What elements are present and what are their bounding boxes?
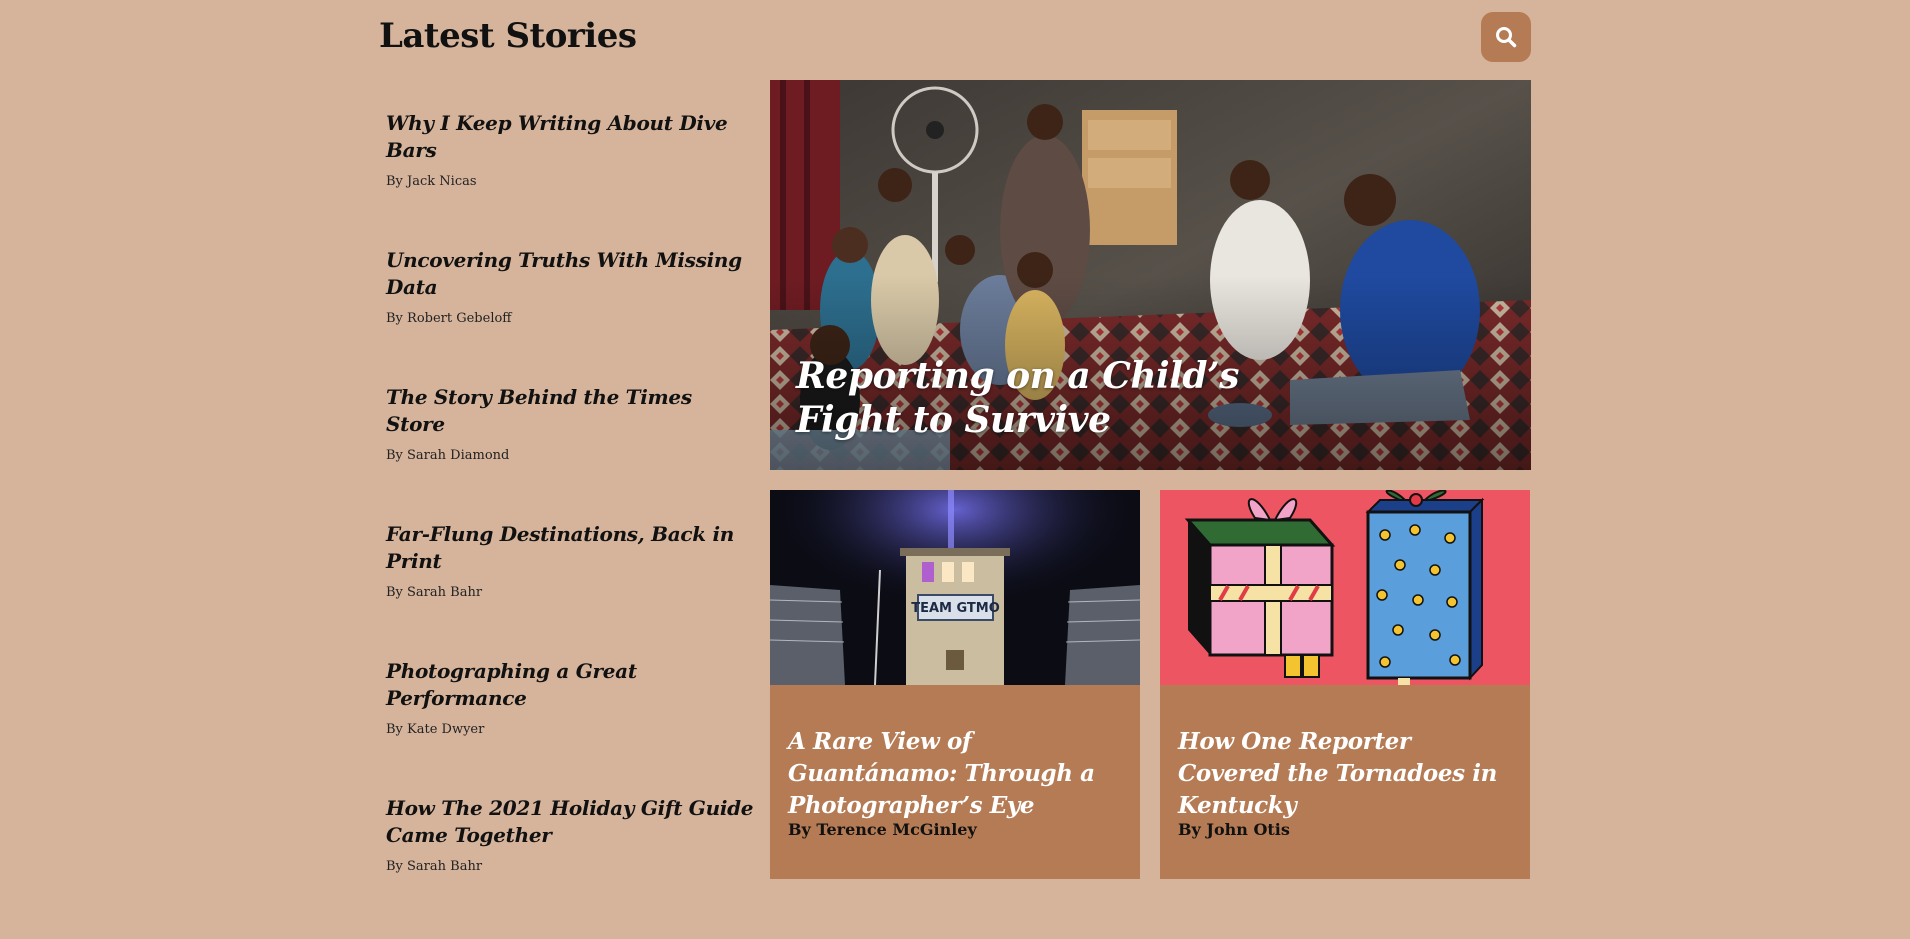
story-title[interactable]: Photographing a Great Performance (386, 658, 756, 712)
search-icon (1495, 26, 1517, 48)
story-title[interactable]: How The 2021 Holiday Gift Guide Came Tog… (386, 795, 756, 849)
story-title[interactable]: Far-Flung Destinations, Back in Print (386, 521, 756, 575)
story-byline: By Jack Nicas (386, 174, 477, 189)
story-byline: By Kate Dwyer (386, 722, 485, 737)
team-gtmo-sign: TEAM GTMO (911, 601, 1000, 616)
story-item[interactable]: Far-Flung Destinations, Back in Print By… (386, 521, 756, 658)
story-title[interactable]: Uncovering Truths With Missing Data (386, 247, 756, 301)
story-byline: By Sarah Bahr (386, 859, 483, 874)
story-item[interactable]: Why I Keep Writing About Dive Bars By Ja… (386, 110, 756, 247)
hero-title[interactable]: Reporting on a Child’s Fight to Survive (796, 354, 1316, 442)
hero-story[interactable]: Reporting on a Child’s Fight to Survive (770, 80, 1531, 470)
story-item[interactable]: Photographing a Great Performance By Kat… (386, 658, 756, 795)
card-title[interactable]: How One Reporter Covered the Tornadoes i… (1178, 726, 1518, 822)
story-item[interactable]: The Story Behind the Times Store By Sara… (386, 384, 756, 521)
story-card-tornadoes[interactable]: How One Reporter Covered the Tornadoes i… (1160, 490, 1530, 879)
story-byline: By Sarah Diamond (386, 448, 510, 463)
story-item[interactable]: How The 2021 Holiday Gift Guide Came Tog… (386, 795, 756, 932)
story-card-guantanamo[interactable]: TEAM GTMO A Rare View of Guantánamo: Thr… (770, 490, 1140, 879)
story-byline: By Sarah Bahr (386, 585, 483, 600)
story-byline: By Robert Gebeloff (386, 311, 512, 326)
story-item[interactable]: Uncovering Truths With Missing Data By R… (386, 247, 756, 384)
card-image (1160, 490, 1530, 685)
story-title[interactable]: Why I Keep Writing About Dive Bars (386, 110, 756, 164)
search-button[interactable] (1481, 12, 1531, 62)
card-image: TEAM GTMO (770, 490, 1140, 685)
card-title[interactable]: A Rare View of Guantánamo: Through a Pho… (788, 726, 1128, 822)
card-byline: By John Otis (1178, 820, 1290, 839)
page-title: Latest Stories (379, 16, 637, 56)
card-byline: By Terence McGinley (788, 820, 977, 839)
story-title[interactable]: The Story Behind the Times Store (386, 384, 756, 438)
story-list: Why I Keep Writing About Dive Bars By Ja… (386, 110, 756, 932)
